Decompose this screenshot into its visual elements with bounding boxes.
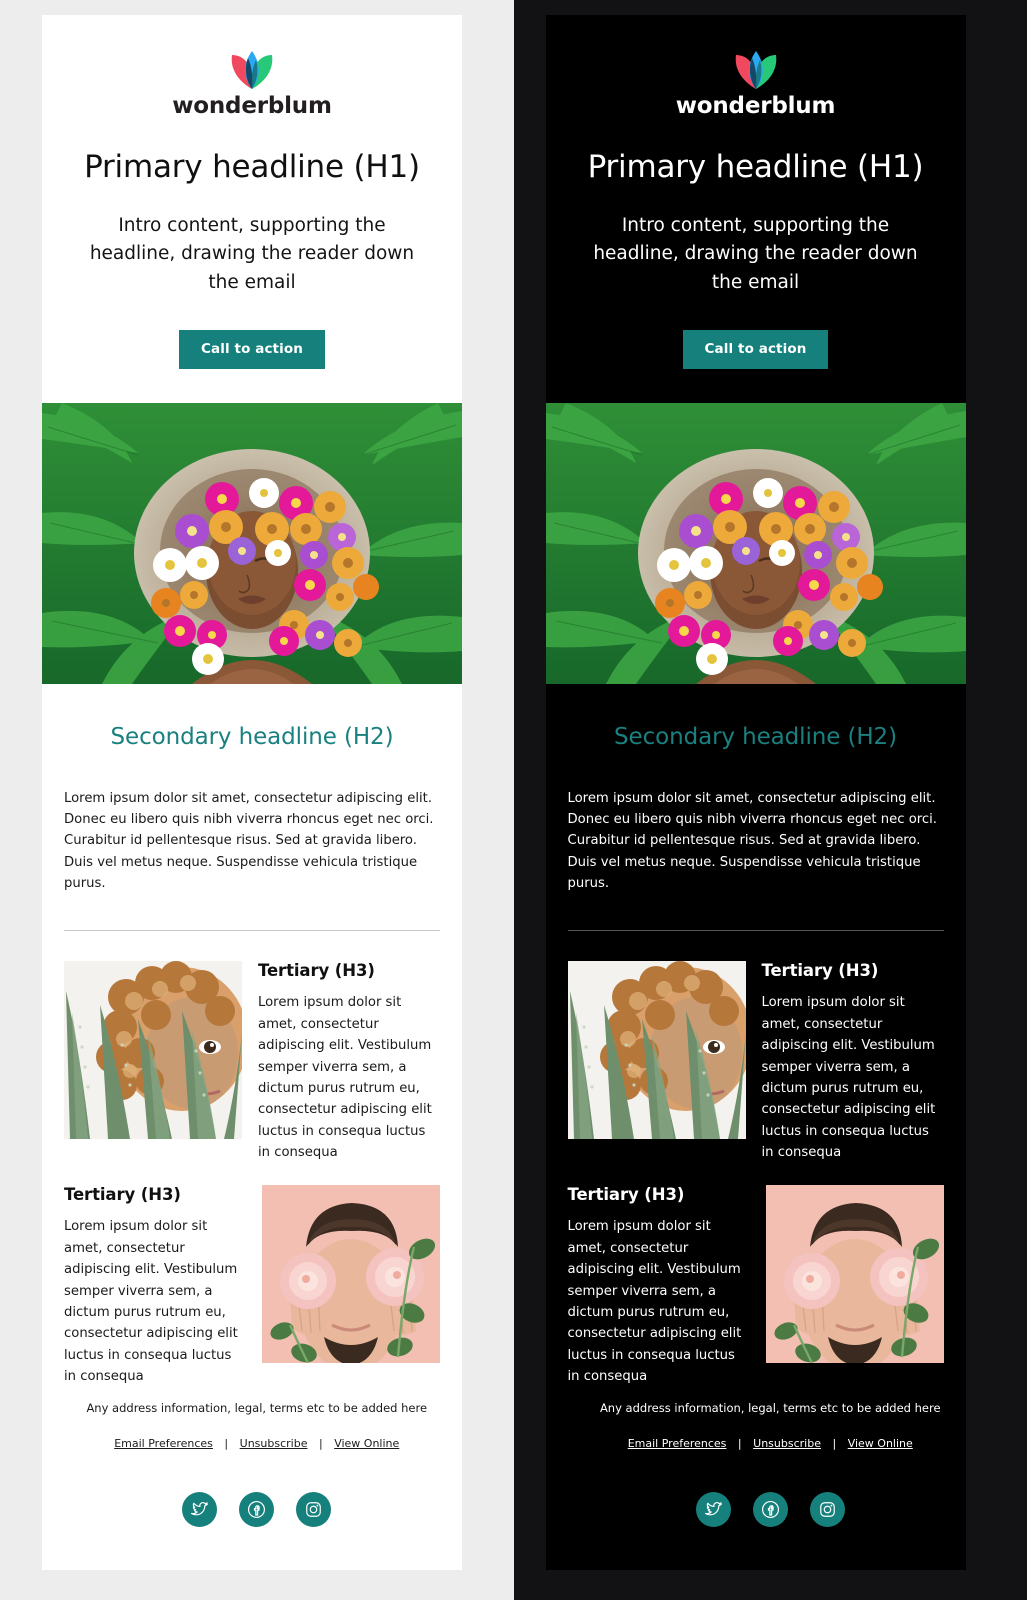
social-facebook-button[interactable] xyxy=(239,1492,275,1528)
tertiary-title: Tertiary (H3) xyxy=(567,1185,685,1205)
footer-dark: Any address information, legal, terms et… xyxy=(514,1380,1027,1528)
tertiary-block-1: Tertiary (H3) Lorem ipsum dolor sit amet… xyxy=(566,961,946,1163)
footer-light: Any address information, legal, terms et… xyxy=(0,1380,514,1528)
hero-section: wonderblum Primary headline (H1) Intro c… xyxy=(42,15,462,403)
footer-link-view-online[interactable]: View Online xyxy=(848,1437,913,1450)
email-card-light: wonderblum Primary headline (H1) Intro c… xyxy=(42,15,462,1570)
hero-image xyxy=(42,402,462,684)
secondary-headline: Secondary headline (H2) xyxy=(110,723,394,750)
footer-link-unsubscribe[interactable]: Unsubscribe xyxy=(240,1437,308,1450)
tertiary-image-roses xyxy=(765,1185,944,1364)
facebook-icon xyxy=(761,1501,779,1519)
brand-wordmark: wonderblum xyxy=(675,93,836,119)
tertiary-title: Tertiary (H3) xyxy=(761,961,879,981)
tertiary-block-2: Tertiary (H3) Lorem ipsum dolor sit amet… xyxy=(62,1185,442,1387)
instagram-icon xyxy=(306,1502,322,1518)
tertiary-block-2: Tertiary (H3) Lorem ipsum dolor sit amet… xyxy=(566,1185,946,1387)
footer-link-view-online[interactable]: View Online xyxy=(334,1437,399,1450)
light-theme-panel: wonderblum Primary headline (H1) Intro c… xyxy=(0,0,514,1600)
tertiary-copy: Lorem ipsum dolor sit amet, consectetur … xyxy=(761,995,936,1161)
intro-copy: Intro content, supporting the headline, … xyxy=(89,214,415,293)
twitter-icon xyxy=(704,1502,722,1516)
flower-petals-logo-icon xyxy=(735,51,776,89)
secondary-headline: Secondary headline (H2) xyxy=(614,723,897,750)
facebook-icon xyxy=(248,1501,266,1519)
footer-link-email-preferences[interactable]: Email Preferences xyxy=(628,1437,727,1450)
hero-section: wonderblum Primary headline (H1) Intro c… xyxy=(546,15,966,403)
brand-wordmark: wonderblum xyxy=(172,93,332,119)
footer-separator: | xyxy=(737,1437,742,1451)
footer-separator: | xyxy=(318,1437,323,1451)
flower-petals-logo-icon xyxy=(231,51,273,89)
body-section: Secondary headline (H2) Lorem ipsum dolo… xyxy=(546,684,966,1456)
footer-link-email-preferences[interactable]: Email Preferences xyxy=(114,1437,213,1450)
section-divider xyxy=(64,930,440,932)
body-paragraph: Lorem ipsum dolor sit amet, consectetur … xyxy=(64,790,434,892)
tertiary-text-1: Tertiary (H3) Lorem ipsum dolor sit amet… xyxy=(762,961,944,1163)
tertiary-image-roses xyxy=(262,1185,440,1364)
social-instagram-button[interactable] xyxy=(296,1492,332,1528)
section-divider xyxy=(567,930,944,932)
tertiary-image-aloe xyxy=(567,961,746,1140)
tertiary-text-2: Tertiary (H3) Lorem ipsum dolor sit amet… xyxy=(64,1185,246,1387)
instagram-icon xyxy=(819,1502,835,1518)
intro-copy: Intro content, supporting the headline, … xyxy=(593,214,918,293)
tertiary-image-aloe xyxy=(64,961,242,1140)
social-instagram-button[interactable] xyxy=(809,1492,845,1528)
footer-link-unsubscribe[interactable]: Unsubscribe xyxy=(753,1437,821,1450)
footer-address: Any address information, legal, terms et… xyxy=(599,1401,941,1415)
brand-logo[interactable]: wonderblum xyxy=(70,45,434,119)
primary-headline: Primary headline (H1) xyxy=(84,149,420,185)
tertiary-title: Tertiary (H3) xyxy=(64,1185,181,1205)
footer-address: Any address information, legal, terms et… xyxy=(86,1401,428,1415)
social-facebook-button[interactable] xyxy=(752,1492,788,1528)
tertiary-text-2: Tertiary (H3) Lorem ipsum dolor sit amet… xyxy=(568,1185,750,1387)
footer-separator: | xyxy=(832,1437,837,1451)
footer-links: Email Preferences | Unsubscribe | View O… xyxy=(514,1437,1027,1450)
footer-separator: | xyxy=(224,1437,229,1451)
tertiary-block-1: Tertiary (H3) Lorem ipsum dolor sit amet… xyxy=(62,961,442,1163)
tertiary-copy: Lorem ipsum dolor sit amet, consectetur … xyxy=(64,1219,238,1385)
tertiary-copy: Lorem ipsum dolor sit amet, consectetur … xyxy=(258,995,432,1161)
social-links xyxy=(0,1492,514,1528)
tertiary-title: Tertiary (H3) xyxy=(258,961,375,981)
tertiary-copy: Lorem ipsum dolor sit amet, consectetur … xyxy=(567,1219,742,1385)
body-paragraph: Lorem ipsum dolor sit amet, consectetur … xyxy=(567,790,938,892)
footer-links: Email Preferences | Unsubscribe | View O… xyxy=(0,1437,514,1450)
primary-headline: Primary headline (H1) xyxy=(587,149,924,185)
body-section: Secondary headline (H2) Lorem ipsum dolo… xyxy=(42,684,462,1456)
call-to-action-button[interactable]: Call to action xyxy=(682,329,829,369)
hero-image xyxy=(545,402,966,684)
social-twitter-button[interactable] xyxy=(695,1492,731,1528)
twitter-icon xyxy=(191,1502,209,1516)
tertiary-text-1: Tertiary (H3) Lorem ipsum dolor sit amet… xyxy=(258,961,440,1163)
email-variant-comparison: wonderblum Primary headline (H1) Intro c… xyxy=(0,0,1027,1600)
social-twitter-button[interactable] xyxy=(182,1492,218,1528)
social-links xyxy=(514,1492,1027,1528)
dark-theme-panel: wonderblum Primary headline (H1) Intro c… xyxy=(513,0,1027,1600)
brand-logo[interactable]: wonderblum xyxy=(574,45,938,119)
call-to-action-button[interactable]: Call to action xyxy=(179,329,325,369)
email-card-dark: wonderblum Primary headline (H1) Intro c… xyxy=(545,15,966,1570)
